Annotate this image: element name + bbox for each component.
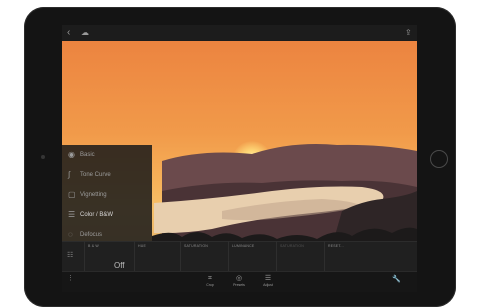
column-bw[interactable]: B & W — [84, 241, 135, 271]
column-saturation[interactable]: SATURATION — [180, 241, 228, 271]
crop-label: Crop — [206, 283, 214, 287]
vignetting-icon: ▢ — [68, 190, 76, 199]
wrench-icon[interactable]: 🔧 — [392, 275, 401, 283]
defocus-icon: ◌ — [68, 230, 73, 239]
panel-item-tone-curve[interactable]: ∫ Tone Curve — [62, 165, 152, 185]
presets-button[interactable]: ◎ Presets — [231, 275, 247, 288]
column-label: LUMINANCE — [232, 244, 255, 248]
panel-item-color-bw[interactable]: ☰ Color / B&W — [62, 205, 152, 225]
column-label: B & W — [88, 244, 99, 248]
panel-item-label: Basic — [80, 152, 95, 158]
presets-icon: ◎ — [235, 275, 243, 282]
panel-item-basic[interactable]: ◉ Basic — [62, 145, 152, 165]
presets-label: Presets — [233, 283, 245, 287]
top-bar: ‹ ☁ ⇪ — [62, 25, 417, 41]
crop-icon: ⌗ — [208, 275, 212, 282]
panel-item-label: Vignetting — [80, 192, 107, 198]
column-saturation-disabled: SATURATION — [276, 241, 324, 271]
bw-toggle-state[interactable]: Off — [114, 261, 125, 270]
crop-button[interactable]: ⌗ Crop — [202, 275, 218, 288]
adjust-sliders-icon: ☰ — [264, 275, 272, 282]
basic-aperture-icon: ◉ — [68, 150, 75, 159]
cloud-icon[interactable]: ☁ — [81, 27, 89, 39]
column-label: SATURATION — [280, 244, 305, 248]
panel-item-label: Color / B&W — [80, 212, 114, 218]
adjust-panel: ◉ Basic ∫ Tone Curve ▢ Vignetting ☰ Colo… — [62, 145, 152, 245]
column-luminance[interactable]: LUMINANCE — [228, 241, 276, 271]
panel-item-vignetting[interactable]: ▢ Vignetting — [62, 185, 152, 205]
sliders-icon[interactable]: ☷ — [67, 251, 73, 259]
tone-curve-icon: ∫ — [68, 170, 71, 179]
panel-item-label: Tone Curve — [80, 172, 111, 178]
share-icon[interactable]: ⇪ — [405, 27, 412, 39]
adjust-label: Adjust — [263, 283, 273, 287]
adjust-button[interactable]: ☰ Adjust — [260, 275, 276, 288]
home-button[interactable] — [430, 150, 448, 168]
column-reset[interactable]: RESET... — [324, 241, 417, 271]
column-label: SATURATION — [184, 244, 209, 248]
column-label: HUE — [138, 244, 146, 248]
column-hue[interactable]: HUE — [134, 241, 179, 271]
color-bw-icon: ☰ — [68, 210, 76, 219]
tablet-camera — [41, 155, 45, 159]
app-screen: ‹ ☁ ⇪ ◉ Basic ∫ Tone Curve ▢ Vignetting … — [62, 25, 417, 292]
column-label: RESET... — [328, 244, 344, 248]
more-dots-icon[interactable]: ⋮ — [67, 274, 74, 282]
panel-item-label: Defocus — [80, 232, 103, 238]
back-chevron-icon[interactable]: ‹ — [67, 27, 70, 39]
